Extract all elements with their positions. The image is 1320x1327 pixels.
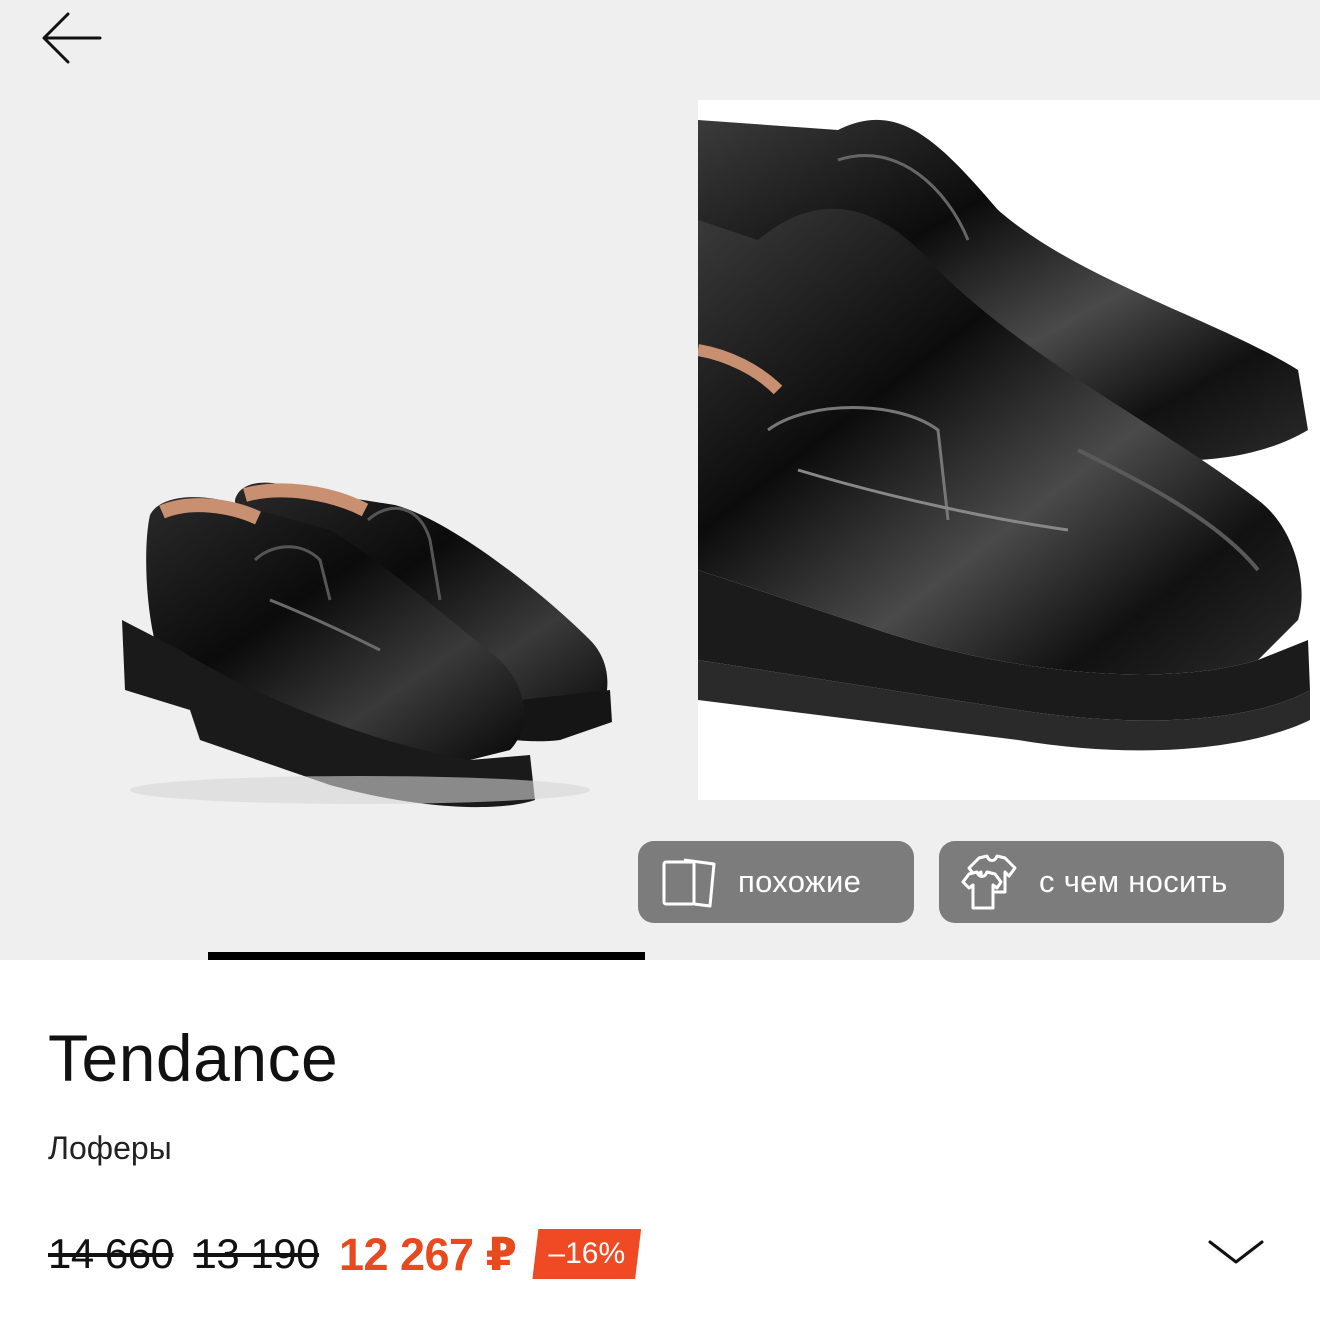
product-type: Лоферы: [48, 1130, 172, 1166]
price-row: 14 660 13 190 12 267 ₽ –16%: [48, 1222, 641, 1286]
chevron-down-icon: [1208, 1240, 1264, 1264]
outfit-icon: [961, 854, 1017, 910]
product-photo-pair[interactable]: [0, 0, 670, 960]
old-price-original: 14 660: [48, 1230, 174, 1277]
back-button[interactable]: [38, 6, 106, 66]
product-gallery[interactable]: похожие с чем носить: [0, 0, 1320, 960]
gallery-progress-indicator: [208, 952, 645, 960]
current-price: 12 267 ₽: [338, 1228, 517, 1280]
brand-name[interactable]: Tendance: [48, 1020, 338, 1096]
cards-icon: [662, 858, 716, 908]
arrow-left-icon: [42, 12, 102, 64]
outfit-label: с чем носить: [1039, 864, 1228, 899]
old-price-previous: 13 190: [193, 1230, 319, 1277]
product-photo-closeup[interactable]: [698, 100, 1320, 800]
similar-label: похожие: [738, 864, 862, 899]
outfit-button[interactable]: с чем носить: [939, 841, 1284, 923]
similar-button[interactable]: похожие: [638, 841, 914, 923]
discount-badge: –16%: [532, 1229, 641, 1279]
gallery-progress-track: [0, 952, 1320, 960]
expand-price-button[interactable]: [1204, 1232, 1268, 1272]
